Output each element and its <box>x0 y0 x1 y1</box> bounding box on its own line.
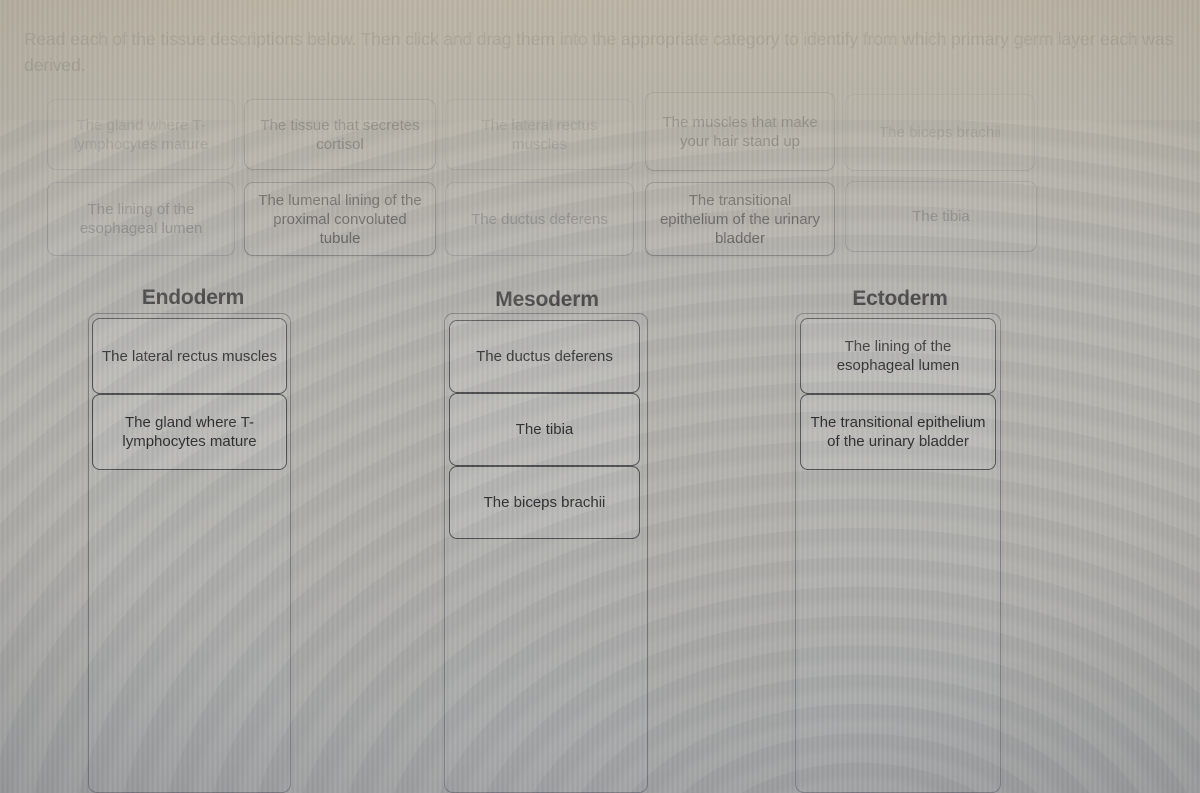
placed-tile[interactable]: The transitional epithelium of the urina… <box>800 394 996 470</box>
instructions-text: Read each of the tissue descriptions bel… <box>24 29 1174 75</box>
exam-screen-photo: Read each of the tissue descriptions bel… <box>0 0 1200 793</box>
category-header-endoderm: Endoderm <box>141 286 245 309</box>
draggable-tile[interactable]: The transitional epithelium of the urina… <box>645 182 835 256</box>
placed-tile[interactable]: The tibia <box>449 393 640 466</box>
category-header-mesoderm: Mesoderm <box>495 288 599 311</box>
placed-tile[interactable]: The biceps brachii <box>449 466 640 539</box>
draggable-tile[interactable]: The gland where T-lymphocytes mature <box>47 99 235 170</box>
category-header-ectoderm: Ectoderm <box>852 287 948 310</box>
draggable-tile[interactable]: The biceps brachii <box>845 94 1035 171</box>
draggable-tile[interactable]: The ductus deferens <box>445 182 634 256</box>
placed-tile[interactable]: The lateral rectus muscles <box>92 318 287 394</box>
placed-tile[interactable]: The ductus deferens <box>449 320 640 393</box>
placed-tile[interactable]: The lining of the esophageal lumen <box>800 318 996 394</box>
draggable-tile[interactable]: The lateral rectus muscles <box>445 99 634 170</box>
placed-tile[interactable]: The gland where T-lymphocytes mature <box>92 394 287 470</box>
draggable-tile[interactable]: The muscles that make your hair stand up <box>645 92 835 171</box>
draggable-tile[interactable]: The tissue that secretes cortisol <box>244 99 436 170</box>
draggable-tile[interactable]: The lining of the esophageal lumen <box>47 182 235 256</box>
draggable-tile[interactable]: The tibia <box>845 181 1037 252</box>
draggable-tile[interactable]: The lumenal lining of the proximal convo… <box>244 182 436 256</box>
